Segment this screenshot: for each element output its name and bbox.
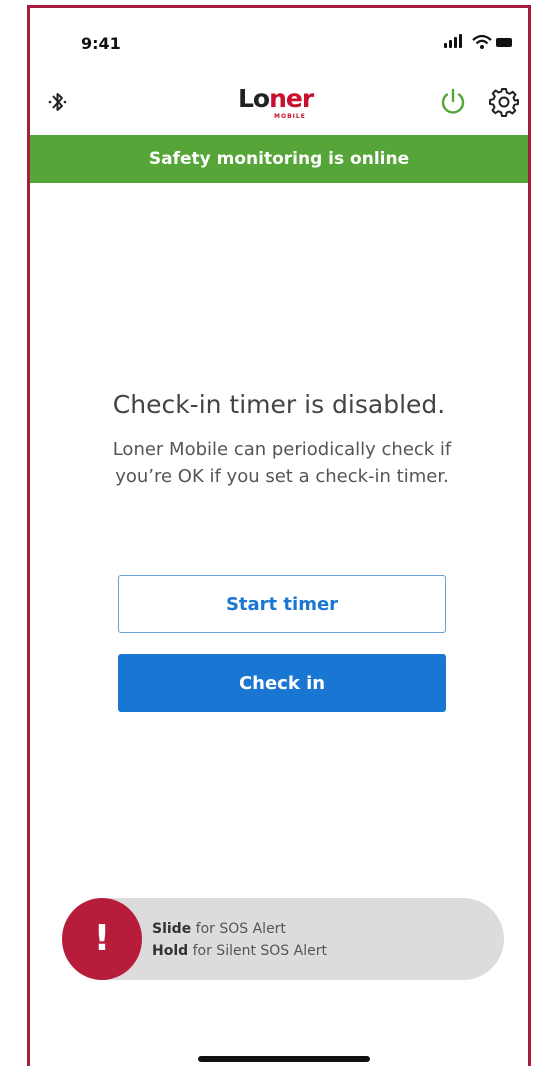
app-logo: Loner MOBILE <box>238 85 326 125</box>
sos-hold-action: Hold <box>152 943 189 959</box>
start-timer-button[interactable]: Start timer <box>118 575 446 633</box>
sos-hold-text: for Silent SOS Alert <box>188 943 327 959</box>
logo-text-primary: Lo <box>238 84 270 113</box>
battery-icon <box>496 38 512 47</box>
bluetooth-icon[interactable] <box>47 89 69 115</box>
power-icon[interactable] <box>437 86 469 118</box>
wifi-icon <box>472 34 492 49</box>
sos-slide-instruction: Slide for SOS Alert <box>152 921 286 937</box>
signal-icon <box>449 40 452 48</box>
sos-hold-instruction: Hold for Silent SOS Alert <box>152 943 327 959</box>
sos-slider-knob[interactable]: ! <box>62 898 142 980</box>
status-time: 9:41 <box>81 34 121 53</box>
alert-icon: ! <box>93 918 111 959</box>
monitoring-status-banner: Safety monitoring is online <box>30 135 528 183</box>
signal-icon <box>459 34 462 48</box>
status-icons <box>444 34 512 50</box>
timer-description: Loner Mobile can periodically check if y… <box>112 439 452 487</box>
gear-icon[interactable] <box>488 86 520 118</box>
logo-subtitle: MOBILE <box>274 113 306 120</box>
home-indicator <box>198 1056 370 1062</box>
signal-icon <box>454 37 457 48</box>
timer-status-title: Check-in timer is disabled. <box>112 390 446 419</box>
app-header: Loner MOBILE <box>30 76 528 135</box>
status-bar: 9:41 <box>30 8 528 76</box>
check-in-button[interactable]: Check in <box>118 654 446 712</box>
logo-text-accent: ner <box>269 84 314 113</box>
signal-icon <box>444 43 447 48</box>
phone-screen: 9:41 Loner MOBILE Safety monitoring is o… <box>27 5 531 1066</box>
sos-slide-action: Slide <box>152 921 192 937</box>
sos-slide-text: for SOS Alert <box>191 921 286 937</box>
